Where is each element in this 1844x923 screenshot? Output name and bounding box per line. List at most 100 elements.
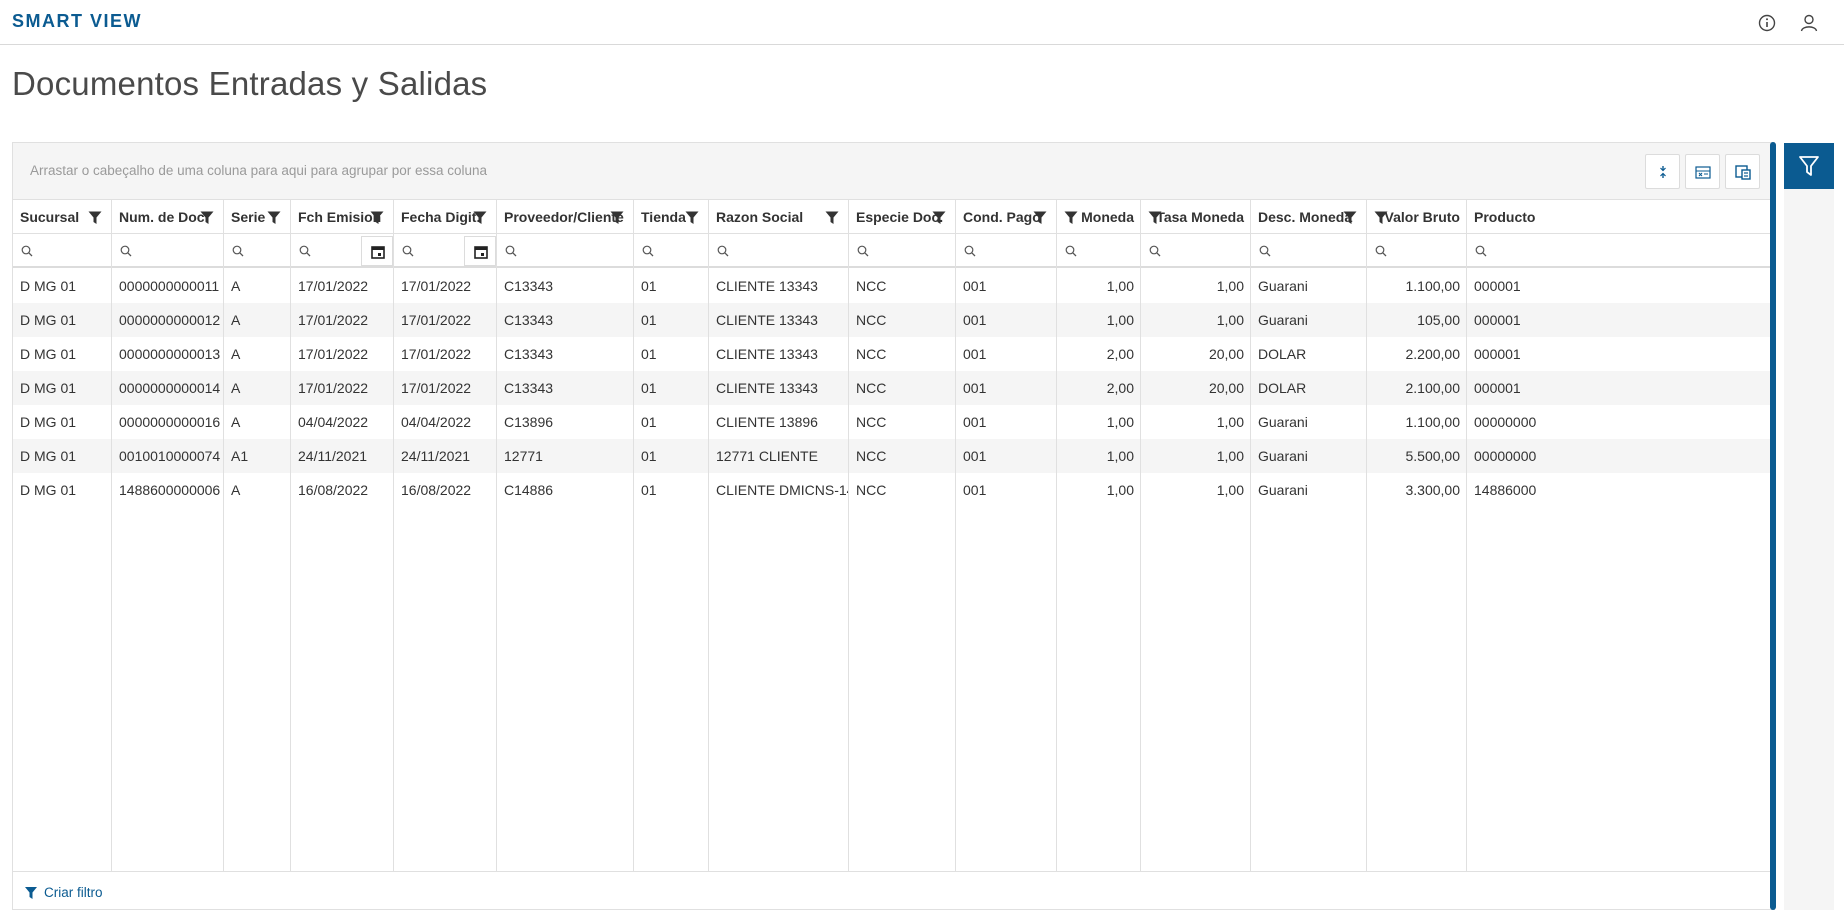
search-icon (402, 245, 414, 257)
column-filter-icon[interactable] (1064, 211, 1078, 225)
column-search-input[interactable] (849, 234, 956, 266)
column-search-input[interactable] (634, 234, 709, 266)
table-cell: 2.200,00 (1405, 346, 1461, 362)
column-filter-icon[interactable] (1033, 211, 1047, 225)
table-cell: 17/01/2022 (401, 312, 472, 328)
column-filter-icon[interactable] (825, 211, 839, 225)
table-cell: 0000000000013 (119, 346, 221, 362)
column-search-input[interactable] (291, 234, 394, 266)
column-search-input[interactable] (1251, 234, 1367, 266)
column-header[interactable]: Especie Doc. (849, 200, 956, 233)
data-grid: Arrastar o cabeçalho de uma coluna para … (12, 142, 1775, 910)
column-header[interactable]: Num. de Doc. (112, 200, 224, 233)
table-cell: 1,00 (1106, 414, 1134, 430)
column-header-label: Sucursal (20, 209, 80, 225)
grid-footer: Criar filtro (13, 871, 1774, 909)
column-search-input[interactable] (497, 234, 634, 266)
info-icon[interactable] (1756, 12, 1778, 34)
column-header-label: Num. de Doc. (119, 209, 209, 225)
table-row[interactable]: D MG 01 0010010000074 A1 24/11/2021 24/11/20… (13, 439, 1774, 473)
table-row[interactable]: D MG 01 0000000000011 A 17/01/2022 17/01/202… (13, 269, 1774, 303)
table-cell: A (231, 278, 241, 294)
column-filter-icon[interactable] (685, 211, 699, 225)
column-search-input[interactable] (956, 234, 1057, 266)
date-picker-button[interactable] (464, 236, 496, 266)
column-header[interactable]: Sucursal (13, 200, 112, 233)
column-filter-icon[interactable] (932, 211, 946, 225)
table-cell: 04/04/2022 (401, 414, 472, 430)
column-filter-icon[interactable] (200, 211, 214, 225)
export-excel-button[interactable] (1685, 154, 1720, 189)
column-filter-icon[interactable] (88, 211, 102, 225)
column-filter-icon[interactable] (1148, 211, 1162, 225)
table-cell: 1,00 (1216, 482, 1244, 498)
column-header[interactable]: Tienda (634, 200, 709, 233)
column-header[interactable]: Tasa Moneda (1141, 200, 1251, 233)
column-divider (1056, 199, 1057, 909)
user-icon[interactable] (1798, 12, 1820, 34)
search-icon (299, 245, 311, 257)
top-bar: SMART VIEW (0, 0, 1844, 45)
date-picker-button[interactable] (361, 236, 393, 266)
column-header[interactable]: Moneda (1057, 200, 1141, 233)
calendar-icon (371, 246, 385, 259)
column-search-input[interactable] (394, 234, 497, 266)
table-cell: CLIENTE 13343 (716, 380, 818, 396)
table-cell: 12771 CLIENTE (716, 448, 818, 464)
table-cell: C13343 (504, 346, 554, 362)
column-divider (111, 199, 112, 909)
table-row[interactable]: D MG 01 1488600000006 A 16/08/2022 16/08/202… (13, 473, 1774, 507)
column-search-input[interactable] (13, 234, 112, 266)
table-row[interactable]: D MG 01 0000000000012 A 17/01/2022 17/01/202… (13, 303, 1774, 337)
search-icon (232, 245, 244, 257)
column-filter-icon[interactable] (1374, 211, 1388, 225)
column-header[interactable]: Desc. Moneda (1251, 200, 1367, 233)
column-header[interactable]: Cond. Pago (956, 200, 1057, 233)
column-header[interactable]: Proveedor/Cliente (497, 200, 634, 233)
column-search-input[interactable] (1367, 234, 1467, 266)
column-header[interactable]: Valor Bruto (1367, 200, 1467, 233)
column-filter-icon[interactable] (473, 211, 487, 225)
table-row[interactable]: D MG 01 0000000000016 A 04/04/2022 04/04/202… (13, 405, 1774, 439)
table-cell: 000001 (1474, 380, 1521, 396)
group-panel[interactable]: Arrastar o cabeçalho de uma coluna para … (13, 143, 1774, 200)
column-header-label: Especie Doc. (856, 209, 944, 225)
column-divider (1140, 199, 1141, 909)
column-header[interactable]: Producto (1467, 200, 1774, 233)
table-cell: 1,00 (1216, 414, 1244, 430)
column-filter-icon[interactable] (610, 211, 624, 225)
table-cell: 001 (963, 448, 987, 464)
table-cell: 001 (963, 346, 987, 362)
column-search-input[interactable] (1141, 234, 1251, 266)
table-cell: NCC (856, 414, 887, 430)
column-filter-icon[interactable] (267, 211, 281, 225)
column-filter-icon[interactable] (1343, 211, 1357, 225)
column-search-input[interactable] (709, 234, 849, 266)
table-cell: NCC (856, 312, 887, 328)
column-header[interactable]: Razon Social (709, 200, 849, 233)
column-chooser-button[interactable] (1645, 154, 1680, 189)
column-header[interactable]: Fecha Digit. (394, 200, 497, 233)
column-search-input[interactable] (1057, 234, 1141, 266)
table-cell: D MG 01 (20, 312, 77, 328)
column-search-input[interactable] (224, 234, 291, 266)
table-row[interactable]: D MG 01 0000000000013 A 17/01/2022 17/01/202… (13, 337, 1774, 371)
table-cell: 24/11/2021 (401, 448, 471, 464)
vertical-scrollbar[interactable] (1770, 142, 1776, 910)
table-cell: 20,00 (1208, 346, 1244, 362)
table-cell: 12771 (504, 448, 543, 464)
table-cell: 24/11/2021 (298, 448, 368, 464)
table-cell: 01 (641, 278, 657, 294)
table-row[interactable]: D MG 01 0000000000014 A 17/01/2022 17/01/202… (13, 371, 1774, 405)
app-title: SMART VIEW (12, 11, 142, 31)
column-filter-icon[interactable] (370, 211, 384, 225)
column-header[interactable]: Serie (224, 200, 291, 233)
column-search-input[interactable] (112, 234, 224, 266)
column-divider (1466, 199, 1467, 909)
side-filter-button[interactable] (1784, 143, 1834, 189)
column-search-input[interactable] (1467, 234, 1774, 266)
table-cell: 0000000000012 (119, 312, 221, 328)
filter-icon (25, 887, 37, 899)
layout-button[interactable] (1725, 154, 1760, 189)
column-header[interactable]: Fch Emision (291, 200, 394, 233)
